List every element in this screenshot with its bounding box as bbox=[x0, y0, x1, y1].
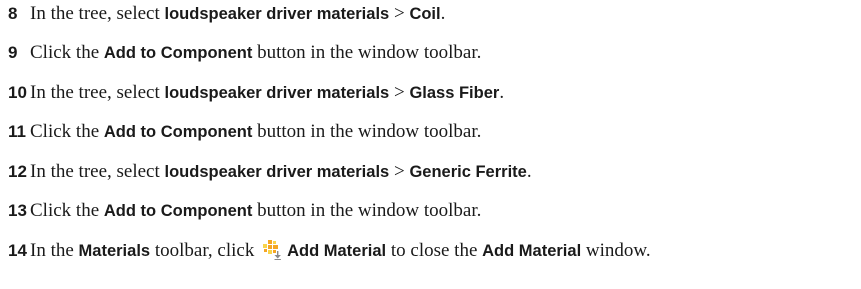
tree-node-loudspeaker-driver-materials: loudspeaker driver materials bbox=[164, 5, 390, 23]
add-material-label: Add Material bbox=[287, 242, 387, 260]
step-11: 11 Click the Add to Component button in t… bbox=[8, 121, 482, 142]
step-number: 9 bbox=[8, 43, 18, 62]
step-number: 11 bbox=[8, 122, 26, 141]
step-number: 13 bbox=[8, 201, 27, 220]
step-12: 12 In the tree, select loudspeaker driver… bbox=[8, 161, 532, 182]
add-material-icon bbox=[263, 240, 281, 260]
tree-node-coil: Coil bbox=[409, 5, 441, 23]
add-to-component-label: Add to Component bbox=[103, 44, 253, 62]
add-to-component-label: Add to Component bbox=[103, 202, 253, 220]
step-14: 14 In the Materials toolbar, click Add Ma… bbox=[8, 240, 651, 261]
add-to-component-label: Add to Component bbox=[103, 123, 253, 141]
add-material-window-label: Add Material bbox=[482, 242, 582, 260]
tree-node-loudspeaker-driver-materials: loudspeaker driver materials bbox=[164, 84, 390, 102]
step-number: 14 bbox=[8, 241, 27, 260]
step-9: 9 Click the Add to Component button in th… bbox=[8, 42, 482, 63]
materials-toolbar-label: Materials bbox=[78, 242, 151, 260]
step-number: 10 bbox=[8, 83, 27, 102]
step-8: 8 In the tree, select loudspeaker driver … bbox=[8, 3, 446, 24]
tree-node-loudspeaker-driver-materials: loudspeaker driver materials bbox=[164, 163, 390, 181]
step-10: 10 In the tree, select loudspeaker driver… bbox=[8, 82, 505, 103]
tree-node-glass-fiber: Glass Fiber bbox=[409, 84, 500, 102]
step-13: 13 Click the Add to Component button in t… bbox=[8, 200, 482, 221]
tree-node-generic-ferrite: Generic Ferrite bbox=[409, 163, 527, 181]
step-number: 12 bbox=[8, 162, 27, 181]
step-number: 8 bbox=[8, 4, 18, 23]
